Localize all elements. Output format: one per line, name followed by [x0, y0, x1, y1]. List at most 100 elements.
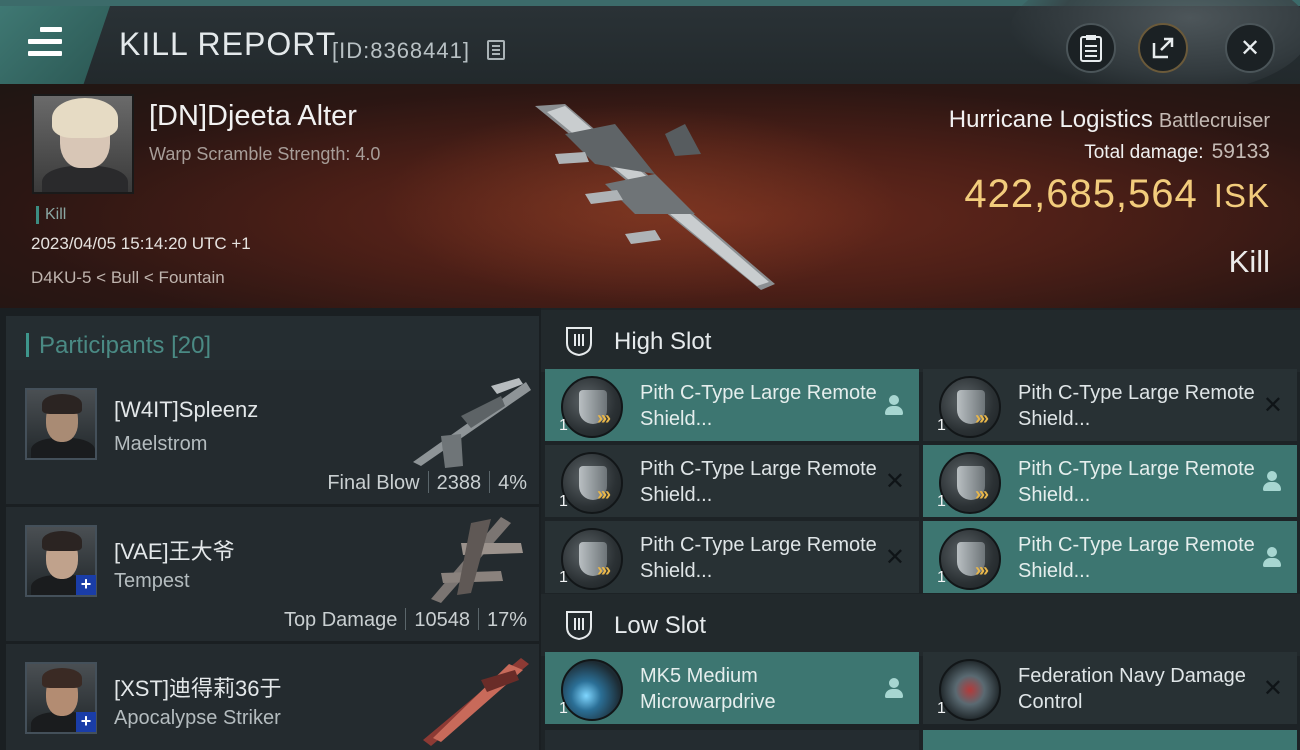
- page-title: KILL REPORT: [119, 26, 337, 62]
- menu-button[interactable]: [0, 6, 110, 84]
- remote-shield-booster-icon: »»: [939, 528, 1001, 590]
- alliance-plus-icon: +: [76, 575, 96, 595]
- participant-row[interactable]: [W4IT]Spleenz Maelstrom Final Blow 2388 4%: [6, 370, 539, 504]
- module-card[interactable]: »» 1 Pith C-Type Large Remote Shield... …: [923, 369, 1297, 441]
- kill-timestamp: 2023/04/05 15:14:20 UTC +1: [31, 234, 251, 253]
- warp-scramble-strength: Warp Scramble Strength: 4.0: [149, 144, 381, 164]
- module-card-partial[interactable]: [545, 730, 919, 750]
- remote-shield-booster-icon: »»: [561, 452, 623, 514]
- participant-role: Top Damage: [283, 609, 398, 631]
- share-icon: [1152, 37, 1174, 59]
- kill-status-tag: Kill: [36, 206, 66, 224]
- participants-count: [20]: [171, 332, 212, 359]
- report-id: [ID:8368441]: [332, 38, 470, 63]
- fitting-panel: High Slot »» 1 Pith C-Type Large Remote …: [541, 308, 1300, 750]
- module-quantity: 1: [559, 493, 568, 510]
- remote-shield-booster-icon: »»: [561, 376, 623, 438]
- module-quantity: 1: [937, 417, 946, 434]
- participant-row[interactable]: + [XST]迪得莉36于 Apocalypse Striker: [6, 644, 539, 750]
- module-name: Pith C-Type Large Remote Shield...: [640, 534, 877, 582]
- participants-panel: Participants [20] [W4IT]Spleenz Maelstro…: [0, 308, 541, 750]
- destroyed-x-icon: ✕: [884, 544, 905, 571]
- module-quantity: 1: [937, 493, 946, 510]
- module-card[interactable]: »» 1 Pith C-Type Large Remote Shield...: [545, 369, 919, 441]
- low-slot-title: Low Slot: [614, 612, 707, 639]
- participant-ship-image: [413, 378, 531, 468]
- module-card[interactable]: »» 1 Pith C-Type Large Remote Shield...: [923, 445, 1297, 517]
- participant-stats: Top Damage 10548 17%: [284, 608, 527, 632]
- participant-damage: 10548: [414, 609, 470, 631]
- participant-row[interactable]: + [VAE]王大爷 Tempest Top Damage 10548 17%: [6, 507, 539, 641]
- total-damage-value: 59133: [1211, 140, 1270, 163]
- fitted-person-icon: [885, 678, 903, 698]
- participant-percent: 17%: [486, 609, 527, 631]
- ship-class: Battlecruiser: [1158, 110, 1270, 132]
- fitted-person-icon: [885, 395, 903, 415]
- close-button[interactable]: ✕: [1225, 23, 1275, 73]
- participants-title: Participants: [39, 332, 165, 359]
- close-icon: ✕: [1239, 34, 1261, 62]
- participant-name: [XST]迪得莉36于: [114, 676, 282, 701]
- kill-location[interactable]: D4KU-5 < Bull < Fountain: [31, 268, 225, 288]
- participant-ship: Tempest: [114, 570, 190, 592]
- participant-percent: 4%: [498, 472, 527, 494]
- module-card[interactable]: 1 Federation Navy Damage Control ✕: [923, 652, 1297, 724]
- participant-ship-image: [423, 658, 529, 746]
- module-card[interactable]: »» 1 Pith C-Type Large Remote Shield... …: [545, 445, 919, 517]
- module-name: Pith C-Type Large Remote Shield...: [1018, 382, 1255, 430]
- participant-name: [W4IT]Spleenz: [114, 397, 259, 422]
- participant-role: Final Blow: [327, 472, 420, 494]
- participant-avatar: [25, 388, 97, 460]
- damage-control-icon: [939, 659, 1001, 721]
- participant-stats: Final Blow 2388 4%: [327, 471, 527, 495]
- module-quantity: 1: [937, 700, 946, 717]
- victim-banner: [DN]Djeeta Alter Warp Scramble Strength:…: [0, 84, 1300, 308]
- clipboard-icon: [1080, 35, 1102, 62]
- remote-shield-booster-icon: »»: [939, 452, 1001, 514]
- destroyed-x-icon: ✕: [1262, 392, 1283, 419]
- menu-icon: [28, 27, 62, 63]
- module-card[interactable]: 1 MK5 Medium Microwarpdrive: [545, 652, 919, 724]
- destroyed-x-icon: ✕: [884, 468, 905, 495]
- share-button[interactable]: [1138, 23, 1188, 73]
- high-slot-header: High Slot: [541, 310, 1300, 372]
- clipboard-button[interactable]: [1066, 23, 1116, 73]
- participant-ship: Maelstrom: [114, 433, 208, 455]
- victim-ship-name[interactable]: Hurricane Logistics Battlecruiser: [949, 106, 1270, 134]
- participant-ship: Apocalypse Striker: [114, 707, 281, 729]
- module-name: Pith C-Type Large Remote Shield...: [1018, 458, 1255, 506]
- copy-id-icon[interactable]: [487, 40, 505, 60]
- remote-shield-booster-icon: »»: [561, 528, 623, 590]
- victim-name[interactable]: [DN]Djeeta Alter: [149, 100, 357, 133]
- fitted-person-icon: [1263, 547, 1281, 567]
- module-name: Pith C-Type Large Remote Shield...: [640, 382, 877, 430]
- high-slot-icon: [566, 327, 592, 357]
- high-slot-title: High Slot: [614, 328, 712, 355]
- low-slot-header: Low Slot: [541, 594, 1300, 656]
- participants-header[interactable]: Participants [20]: [6, 316, 539, 374]
- total-damage: Total damage: 59133: [1084, 140, 1270, 163]
- low-slot-icon: [566, 611, 592, 641]
- victim-ship-image: [535, 104, 775, 290]
- participant-name: [VAE]王大爷: [114, 539, 235, 564]
- fitted-person-icon: [1263, 471, 1281, 491]
- module-card[interactable]: »» 1 Pith C-Type Large Remote Shield...: [923, 521, 1297, 593]
- module-quantity: 1: [559, 417, 568, 434]
- alliance-plus-icon: +: [76, 712, 96, 732]
- isk-value: 422,685,564 ISK: [964, 172, 1270, 216]
- module-quantity: 1: [559, 569, 568, 586]
- module-name: Pith C-Type Large Remote Shield...: [1018, 534, 1255, 582]
- module-name: Federation Navy Damage Control: [1018, 665, 1246, 713]
- remote-shield-booster-icon: »»: [939, 376, 1001, 438]
- module-card[interactable]: »» 1 Pith C-Type Large Remote Shield... …: [545, 521, 919, 593]
- module-card-partial[interactable]: [923, 730, 1297, 750]
- module-name: MK5 Medium Microwarpdrive: [640, 665, 776, 713]
- module-quantity: 1: [937, 569, 946, 586]
- participant-damage: 2388: [436, 472, 482, 494]
- victim-avatar[interactable]: [32, 94, 134, 194]
- microwarpdrive-icon: [561, 659, 623, 721]
- destroyed-x-icon: ✕: [1262, 675, 1283, 702]
- top-bar: KILL REPORT [ID:8368441] ✕: [0, 0, 1300, 96]
- module-quantity: 1: [559, 700, 568, 717]
- module-name: Pith C-Type Large Remote Shield...: [640, 458, 877, 506]
